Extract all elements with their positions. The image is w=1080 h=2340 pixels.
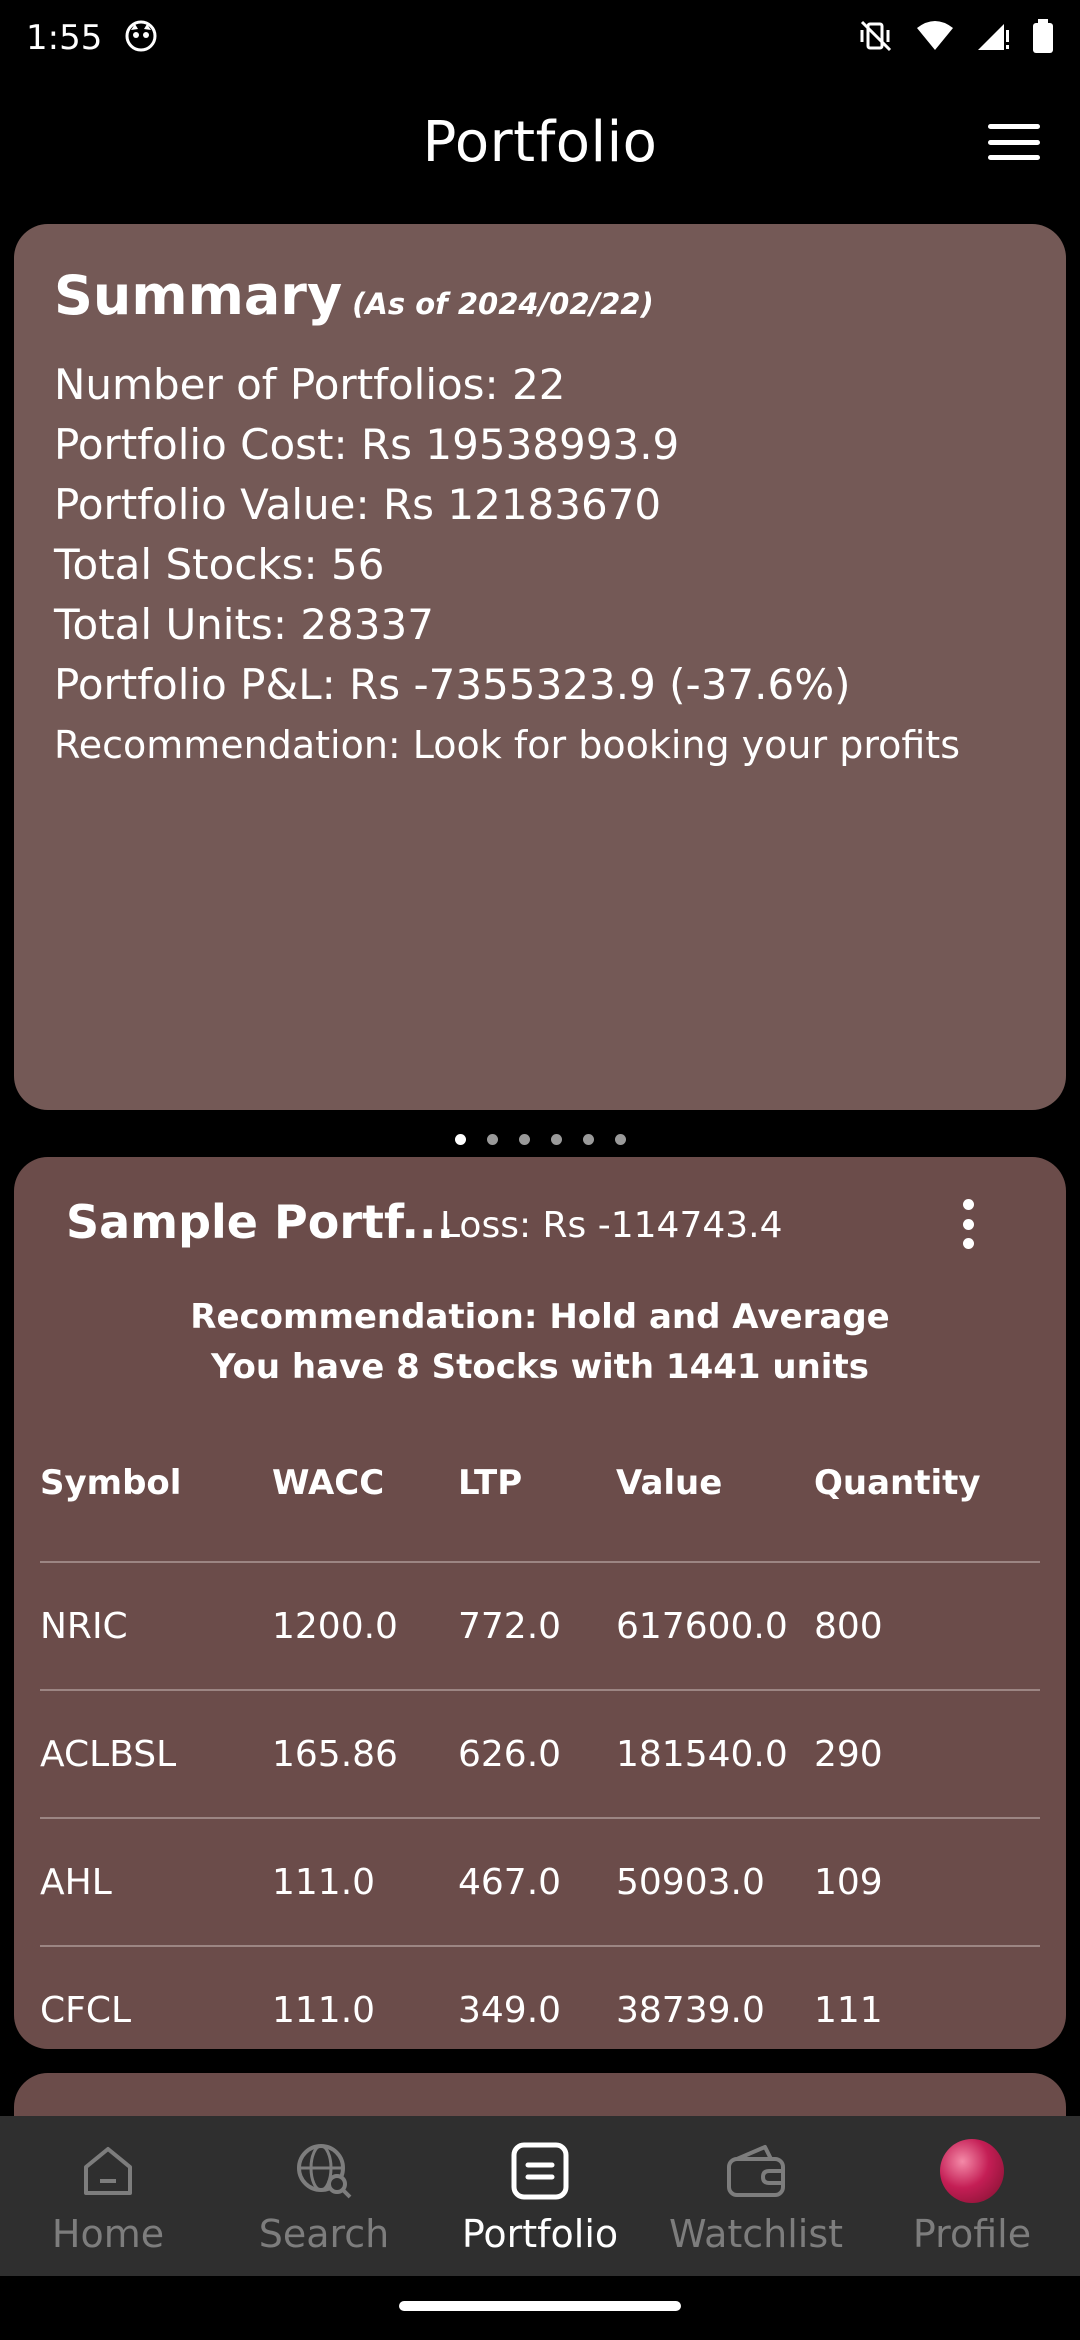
battery-icon: [1032, 18, 1054, 57]
cell-value: 38739.0: [616, 1989, 765, 2031]
cell-wacc: 111.0: [272, 1861, 376, 1903]
page-dot-5[interactable]: [582, 1134, 594, 1145]
column-header-wacc: WACC: [272, 1463, 385, 1503]
page-dot-3[interactable]: [518, 1134, 530, 1145]
nav-label-home: Home: [51, 2212, 165, 2256]
page-dot-2[interactable]: [486, 1134, 498, 1145]
table-row[interactable]: ACLBSL 165.86 626.0 181540.0 290: [40, 1691, 1040, 1819]
nav-item-home[interactable]: Home: [0, 2116, 216, 2276]
portfolio-recommendation: Recommendation: Hold and Average You hav…: [40, 1292, 1040, 1392]
nav-item-profile[interactable]: Profile: [864, 2116, 1080, 2276]
nav-label-watchlist: Watchlist: [668, 2212, 844, 2256]
summary-recommendation: Recommendation: Look for booking your pr…: [54, 723, 960, 767]
cell-quantity: 111: [814, 1989, 883, 2031]
cell-quantity: 290: [814, 1733, 883, 1775]
page-dot-6[interactable]: [614, 1134, 626, 1145]
nav-label-portfolio: Portfolio: [461, 2212, 619, 2256]
column-header-ltp: LTP: [458, 1463, 523, 1503]
portfolio-loss: Loss: Rs -114743.4: [440, 1205, 783, 1246]
home-icon: [75, 2138, 141, 2204]
gesture-handle[interactable]: [399, 2301, 681, 2311]
cell-ltp: 626.0: [458, 1733, 562, 1775]
portfolio-icon: [507, 2138, 573, 2204]
summary-portfolio-value: Portfolio Value: Rs 12183670: [54, 480, 662, 529]
summary-card[interactable]: Summary (As of 2024/02/22) Number of Por…: [14, 224, 1066, 1110]
column-header-symbol: Symbol: [40, 1463, 182, 1503]
portfolio-stock-count: You have 8 Stocks with 1441 units: [211, 1347, 869, 1387]
wifi-icon: [916, 20, 954, 56]
portfolio-card[interactable]: Sample Portf... Loss: Rs -114743.4 Recom…: [14, 1157, 1066, 2049]
summary-lines: Number of Portfolios: 22 Portfolio Cost:…: [54, 355, 1026, 775]
cell-quantity: 109: [814, 1861, 883, 1903]
cell-symbol: NRIC: [40, 1605, 128, 1647]
status-left: 1:55: [26, 18, 158, 58]
summary-pnl: Portfolio P&L: Rs -7355323.9 (-37.6%): [54, 660, 851, 709]
holdings-table: Symbol WACC LTP Value Quantity NRIC 1200…: [40, 1427, 1040, 2073]
summary-portfolio-cost: Portfolio Cost: Rs 19538993.9: [54, 420, 680, 469]
portfolio-recommendation-text: Recommendation: Hold and Average: [190, 1297, 890, 1337]
menu-icon[interactable]: [988, 118, 1040, 166]
page-title: Portfolio: [422, 110, 658, 175]
nav-label-profile: Profile: [912, 2212, 1032, 2256]
cell-ltp: 349.0: [458, 1989, 562, 2031]
holdings-table-header: Symbol WACC LTP Value Quantity: [40, 1427, 1040, 1563]
cell-value: 181540.0: [616, 1733, 788, 1775]
nav-label-search: Search: [258, 2212, 390, 2256]
table-row[interactable]: AHL 111.0 467.0 50903.0 109: [40, 1819, 1040, 1947]
app-notification-icon: [124, 19, 158, 57]
cell-wacc: 111.0: [272, 1989, 376, 2031]
cell-symbol: AHL: [40, 1861, 112, 1903]
page-dot-1[interactable]: [454, 1134, 466, 1145]
globe-search-icon: [291, 2138, 357, 2204]
cell-wacc: 1200.0: [272, 1605, 398, 1647]
summary-date: (As of 2024/02/22): [352, 287, 654, 321]
column-header-value: Value: [616, 1463, 723, 1503]
table-row[interactable]: NRIC 1200.0 772.0 617600.0 800: [40, 1563, 1040, 1691]
nav-item-portfolio[interactable]: Portfolio: [432, 2116, 648, 2276]
more-options-icon[interactable]: [958, 1199, 978, 1249]
cell-value: 617600.0: [616, 1605, 788, 1647]
cell-value: 50903.0: [616, 1861, 765, 1903]
profile-avatar: [939, 2138, 1005, 2204]
summary-total-units: Total Units: 28337: [54, 600, 434, 649]
signal-icon: [976, 20, 1010, 56]
nav-item-watchlist[interactable]: Watchlist: [648, 2116, 864, 2276]
page-dot-4[interactable]: [550, 1134, 562, 1145]
status-right: [858, 18, 1054, 58]
status-time: 1:55: [26, 17, 103, 58]
cell-quantity: 800: [814, 1605, 883, 1647]
column-header-quantity: Quantity: [814, 1463, 981, 1503]
summary-total-stocks: Total Stocks: 56: [54, 540, 385, 589]
cell-ltp: 772.0: [458, 1605, 562, 1647]
table-row[interactable]: CFCL 111.0 349.0 38739.0 111: [40, 1947, 1040, 2073]
cell-ltp: 467.0: [458, 1861, 562, 1903]
summary-title: Summary: [54, 264, 343, 327]
wallet-icon: [723, 2138, 789, 2204]
avatar: [940, 2139, 1004, 2203]
cell-symbol: ACLBSL: [40, 1733, 177, 1775]
cell-symbol: CFCL: [40, 1989, 132, 2031]
status-bar: 1:55: [0, 0, 1080, 75]
portfolio-card-header: Sample Portf... Loss: Rs -114743.4: [40, 1157, 1040, 1292]
summary-heading: Summary (As of 2024/02/22): [54, 264, 1026, 327]
cell-wacc: 165.86: [272, 1733, 398, 1775]
page-indicator: [0, 1134, 1080, 1150]
vibrate-off-icon: [858, 18, 894, 58]
summary-portfolio-count: Number of Portfolios: 22: [54, 360, 566, 409]
app-bar: Portfolio: [0, 90, 1080, 195]
bottom-nav: Home Search Portfolio Watchlist Profile: [0, 2116, 1080, 2276]
portfolio-name[interactable]: Sample Portf...: [66, 1195, 454, 1249]
nav-item-search[interactable]: Search: [216, 2116, 432, 2276]
